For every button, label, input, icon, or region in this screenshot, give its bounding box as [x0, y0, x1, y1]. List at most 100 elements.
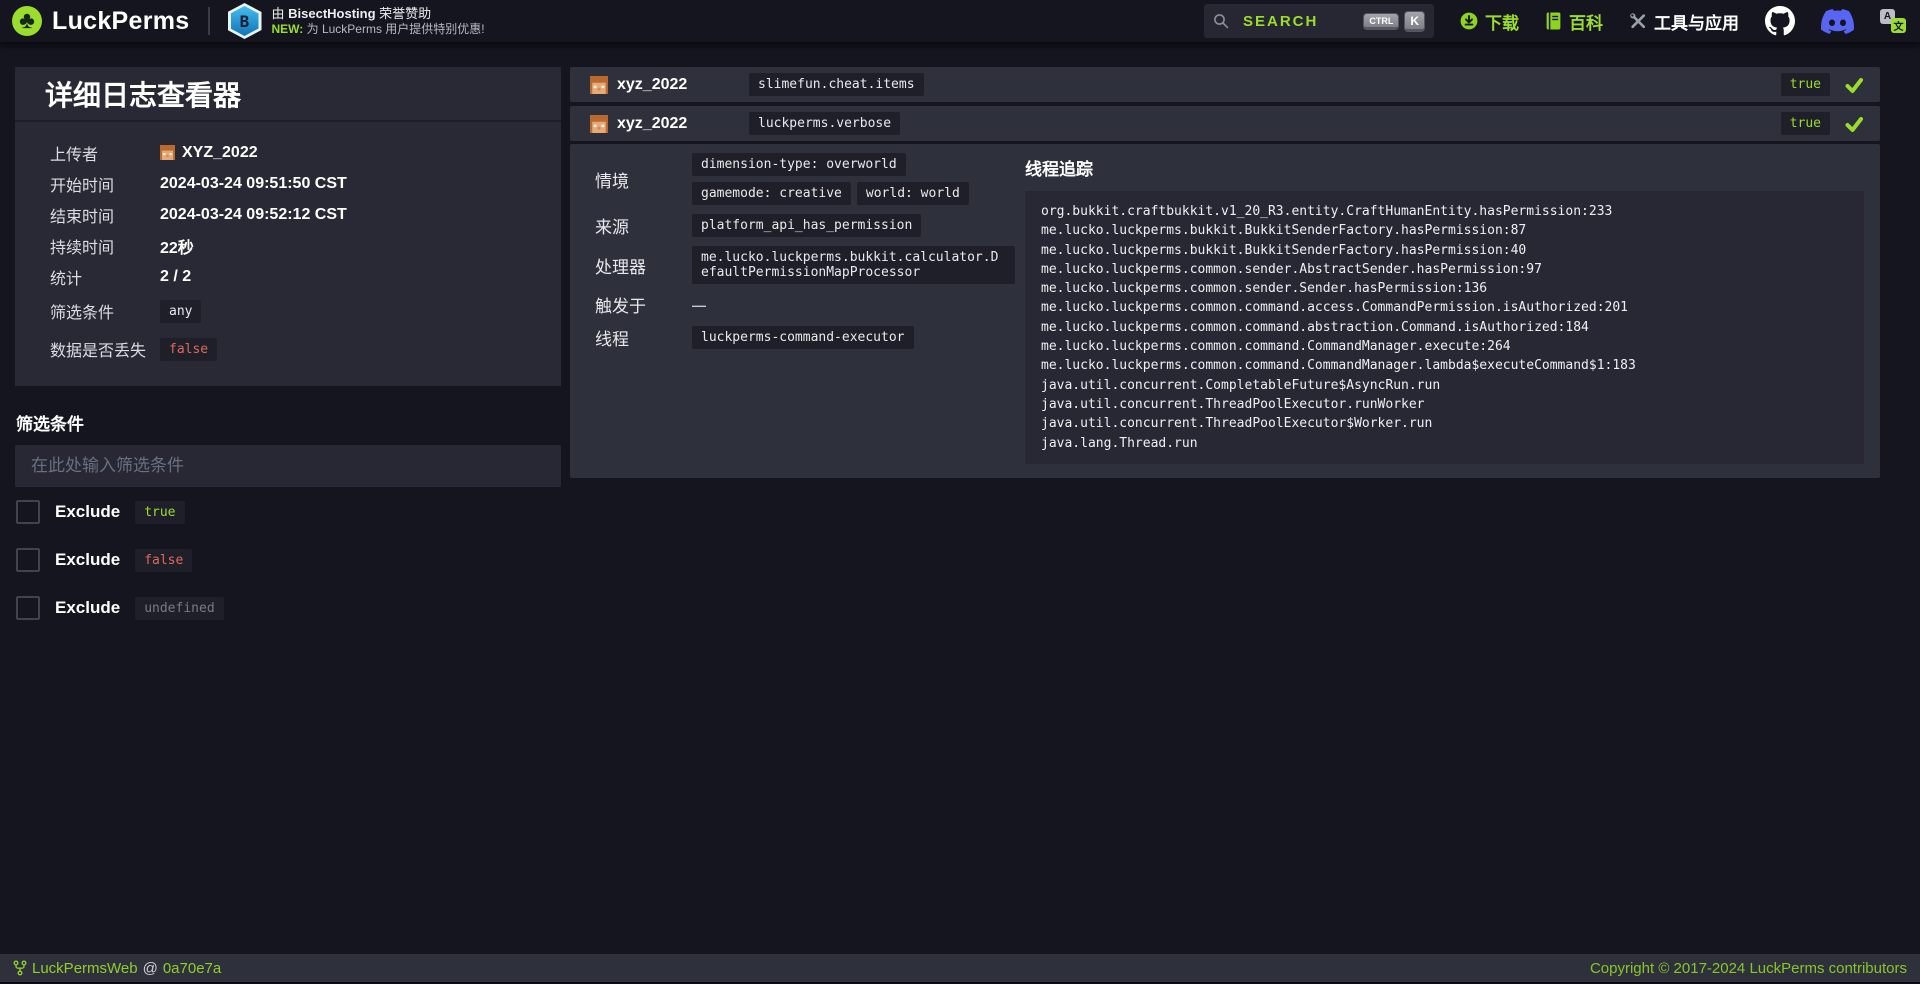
trace-line: java.util.concurrent.CompletableFuture$A… [1041, 376, 1848, 395]
page-layout: 详细日志查看器 上传者 XYZ_2022 开始时间 2024-03-24 09:… [0, 42, 1920, 644]
footer-repo-link[interactable]: LuckPermsWeb [32, 960, 138, 977]
field-processor: 处理器 me.lucko.luckperms.bukkit.calculator… [595, 246, 1015, 284]
sidebar-title-panel: 详细日志查看器 [15, 67, 561, 122]
nav-download-link[interactable]: 下载 [1460, 9, 1519, 34]
exclude-false-checkbox[interactable] [16, 548, 40, 572]
footer: LuckPermsWeb @ 0a70e7a Copyright © 2017-… [0, 954, 1920, 982]
nav-wiki-link[interactable]: 百科 [1545, 9, 1603, 34]
meta-row-start-time: 开始时间 2024-03-24 09:51:50 CST [15, 168, 561, 199]
ctrl-keycap: CTRL [1363, 13, 1399, 30]
context-chip: dimension-type: overworld [692, 153, 906, 176]
log-detail-panel: 情境 dimension-type: overworld gamemode: c… [570, 144, 1880, 478]
origin-chip: platform_api_has_permission [692, 214, 921, 237]
field-origin: 来源 platform_api_has_permission [595, 213, 1015, 238]
trace-line: java.util.concurrent.ThreadPoolExecutor$… [1041, 414, 1848, 433]
thread-trace-section: 线程追踪 org.bukkit.craftbukkit.v1_20_R3.ent… [1015, 153, 1864, 464]
github-link[interactable] [1765, 6, 1795, 36]
row-permission-chip: luckperms.verbose [749, 112, 900, 135]
thread-chip: luckperms-command-executor [692, 326, 914, 349]
navbar-right: SEARCH CTRL K 下载 百科 [1204, 4, 1906, 38]
meta-row-truncated: 数据是否丢失 false [15, 330, 561, 368]
detail-fields: 情境 dimension-type: overworld gamemode: c… [595, 153, 1015, 464]
sponsor-banner[interactable]: 由 BisectHosting 荣誉赞助 NEW: 为 LuckPerms 用户… [272, 6, 485, 36]
footer-copyright: Copyright © 2017-2024 LuckPerms contribu… [1590, 960, 1907, 977]
trace-line: me.lucko.luckperms.common.sender.Abstrac… [1041, 260, 1848, 279]
sidebar: 详细日志查看器 上传者 XYZ_2022 开始时间 2024-03-24 09:… [15, 67, 561, 644]
trace-line: me.lucko.luckperms.bukkit.BukkitSenderFa… [1041, 221, 1848, 240]
row-result-chip: true [1781, 73, 1830, 96]
navbar-left: ♣ LuckPerms B 由 BisectHosting 荣誉赞助 NEW: … [12, 3, 485, 39]
trace-line: me.lucko.luckperms.bukkit.BukkitSenderFa… [1041, 241, 1848, 260]
row-username: xyz_2022 [617, 115, 749, 133]
footer-commit-link[interactable]: 0a70e7a [163, 960, 221, 977]
filter-value-chip: any [160, 300, 201, 323]
sponsor-line2: NEW: 为 LuckPerms 用户提供特别优惠! [272, 22, 485, 36]
trace-line: me.lucko.luckperms.common.command.abstra… [1041, 318, 1848, 337]
filter-input[interactable] [15, 445, 561, 487]
row-username: xyz_2022 [617, 76, 749, 94]
navbar: ♣ LuckPerms B 由 BisectHosting 荣誉赞助 NEW: … [0, 0, 1920, 42]
language-switch[interactable]: A 文 [1880, 9, 1906, 33]
meta-row-end-time: 结束时间 2024-03-24 09:52:12 CST [15, 199, 561, 230]
log-row-2[interactable]: xyz_2022 luckperms.verbose true [570, 106, 1880, 141]
trace-line: me.lucko.luckperms.common.sender.Sender.… [1041, 279, 1848, 298]
exclude-true-checkbox[interactable] [16, 500, 40, 524]
git-fork-icon [13, 960, 27, 976]
meta-row-filter: 筛选条件 any [15, 292, 561, 330]
truncated-value-chip: false [160, 338, 217, 361]
caused-by-empty: — [692, 297, 706, 313]
k-keycap: K [1404, 11, 1425, 32]
field-caused-by: 触发于 — [595, 292, 1015, 317]
tools-icon [1629, 12, 1647, 30]
exclude-undefined-row: Exclude undefined [16, 596, 561, 620]
download-icon [1460, 12, 1478, 30]
search-label: SEARCH [1243, 13, 1358, 30]
context-chip: gamemode: creative [692, 182, 851, 205]
thread-trace-box: org.bukkit.craftbukkit.v1_20_R3.entity.C… [1025, 191, 1864, 464]
check-icon [1844, 75, 1864, 95]
discord-link[interactable] [1821, 9, 1854, 34]
nav-tools-link[interactable]: 工具与应用 [1629, 9, 1739, 34]
row-permission-chip: slimefun.cheat.items [749, 73, 924, 96]
brand-title[interactable]: LuckPerms [52, 7, 190, 36]
exclude-false-row: Exclude false [16, 548, 561, 572]
log-row-1[interactable]: xyz_2022 slimefun.cheat.items true [570, 67, 1880, 102]
trace-line: org.bukkit.craftbukkit.v1_20_R3.entity.C… [1041, 202, 1848, 221]
exclude-undefined-checkbox[interactable] [16, 596, 40, 620]
thread-trace-heading: 线程追踪 [1025, 155, 1864, 180]
row-result-chip: true [1781, 112, 1830, 135]
context-chip: world: world [857, 182, 969, 205]
exclude-false-chip: false [135, 549, 192, 572]
exclude-undefined-chip: undefined [135, 597, 223, 620]
sponsor-line1: 由 BisectHosting 荣誉赞助 [272, 6, 485, 22]
page-title: 详细日志查看器 [45, 74, 241, 114]
filter-section-heading: 筛选条件 [16, 410, 561, 435]
search-icon [1213, 13, 1229, 29]
discord-icon [1821, 9, 1854, 34]
exclude-true-chip: true [135, 501, 184, 524]
trace-line: me.lucko.luckperms.common.command.access… [1041, 298, 1848, 317]
trace-line: java.util.concurrent.ThreadPoolExecutor.… [1041, 395, 1848, 414]
uploader-name: XYZ_2022 [182, 144, 258, 162]
luckperms-logo-icon[interactable]: ♣ [12, 6, 42, 36]
trace-line: me.lucko.luckperms.common.command.Comman… [1041, 337, 1848, 356]
github-icon [1765, 6, 1795, 36]
processor-chip: me.lucko.luckperms.bukkit.calculator.Def… [692, 246, 1015, 284]
meta-row-uploader: 上传者 XYZ_2022 [15, 137, 561, 168]
search-button[interactable]: SEARCH CTRL K [1204, 4, 1434, 38]
check-icon [1844, 114, 1864, 134]
exclude-true-row: Exclude true [16, 500, 561, 524]
player-avatar-icon [590, 115, 608, 133]
navbar-divider [208, 7, 210, 35]
field-context: 情境 dimension-type: overworld gamemode: c… [595, 153, 1015, 205]
trace-line: me.lucko.luckperms.common.command.Comman… [1041, 356, 1848, 375]
meta-row-duration: 持续时间 22秒 [15, 230, 561, 261]
meta-row-count: 统计 2 / 2 [15, 261, 561, 292]
trace-line: java.lang.Thread.run [1041, 434, 1848, 453]
book-icon [1545, 12, 1562, 30]
log-list: xyz_2022 slimefun.cheat.items true xyz_2… [561, 67, 1920, 478]
player-avatar-icon [590, 76, 608, 94]
metadata-panel: 上传者 XYZ_2022 开始时间 2024-03-24 09:51:50 CS… [15, 122, 561, 386]
bisecthosting-logo-icon[interactable]: B [228, 3, 262, 39]
field-thread: 线程 luckperms-command-executor [595, 325, 1015, 350]
